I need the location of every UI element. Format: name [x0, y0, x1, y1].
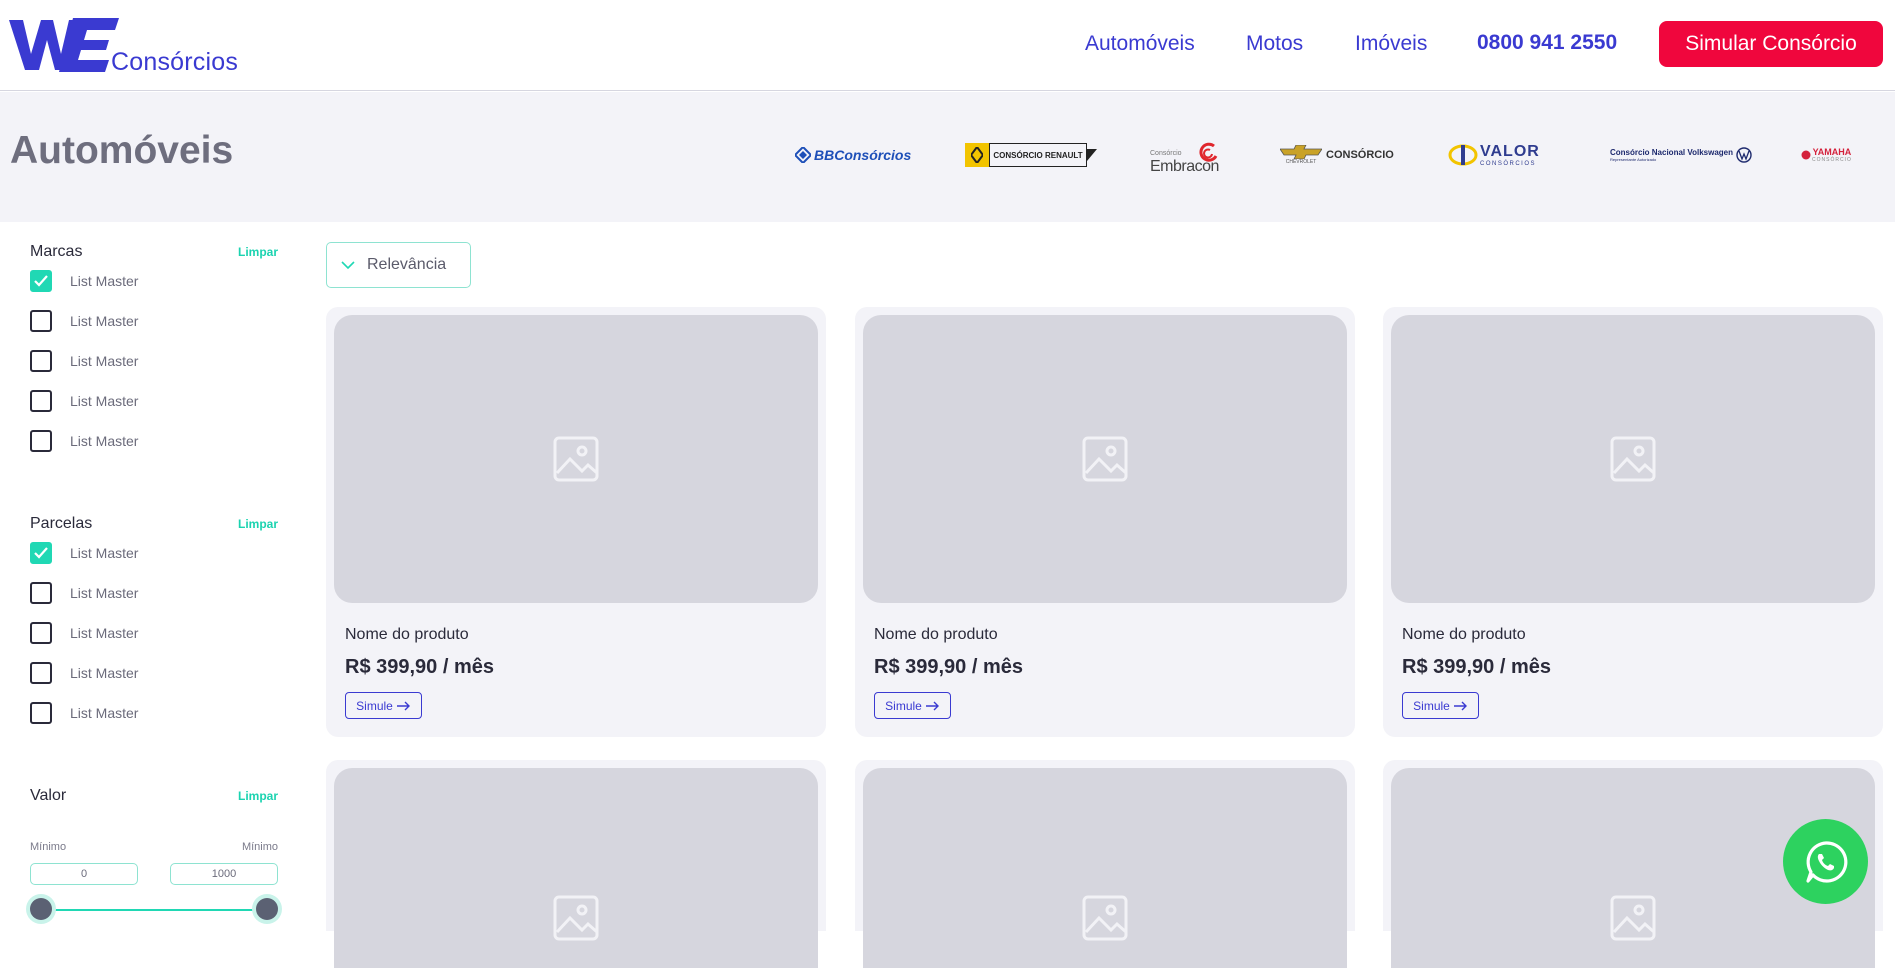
brand-logo-yamaha[interactable]: YAMAHA CONSÓRCIO	[1801, 140, 1852, 170]
nav-motos[interactable]: Motos	[1246, 32, 1303, 56]
checkbox[interactable]	[30, 310, 52, 332]
checkbox[interactable]	[30, 350, 52, 372]
renault-diamond-icon	[965, 143, 989, 167]
min-value-input[interactable]: 0	[30, 863, 138, 885]
phone-link[interactable]: 0800 941 2550	[1477, 31, 1617, 55]
logo-text: Consórcios	[111, 48, 239, 76]
bb-logo-icon	[795, 147, 811, 163]
image-placeholder-icon	[553, 895, 599, 941]
checkbox-row[interactable]: List Master	[30, 653, 278, 693]
product-card[interactable]	[855, 760, 1355, 968]
filter-title: Valor	[30, 787, 67, 804]
checkbox-row[interactable]: List Master	[30, 301, 278, 341]
product-image	[1391, 315, 1875, 603]
vw-logo-icon	[1736, 147, 1752, 163]
filter-parcelas: Parcelas Limpar List Master List Master …	[30, 515, 278, 733]
checkmark-icon	[34, 547, 48, 559]
checkbox-row[interactable]: List Master	[30, 693, 278, 733]
site-header: Consórcios Automóveis Motos Imóveis 0800…	[0, 0, 1895, 91]
brand-logo-valor[interactable]: VALOR CONSÓRCIOS	[1448, 140, 1540, 170]
checkbox[interactable]	[30, 702, 52, 724]
valor-ring-icon	[1448, 144, 1478, 166]
product-card[interactable]: Nome do produto R$ 399,90 / mês Simule	[1383, 307, 1883, 737]
checkbox-row[interactable]: List Master	[30, 421, 278, 461]
checkbox[interactable]	[30, 430, 52, 452]
category-banner: Automóveis BBConsórcios CONSÓRCIO RENAUL…	[0, 92, 1895, 222]
brand-logo-bb[interactable]: BBConsórcios	[795, 140, 911, 170]
chevron-down-icon	[341, 260, 355, 270]
product-image	[334, 315, 818, 603]
product-image	[863, 315, 1347, 603]
slider-track	[40, 909, 268, 911]
image-placeholder-icon	[1082, 895, 1128, 941]
arrow-right-icon	[1453, 701, 1467, 710]
checkbox-row[interactable]: List Master	[30, 261, 278, 301]
sort-label: Relevância	[367, 256, 447, 273]
filter-title: Marcas	[30, 243, 83, 260]
page-title: Automóveis	[10, 129, 234, 172]
brand-logo-embracon[interactable]: Consórcio Embracon	[1148, 142, 1222, 175]
product-name: Nome do produto	[874, 626, 998, 643]
whatsapp-button[interactable]	[1783, 819, 1868, 904]
filter-valor: Valor Limpar Mínimo Mínimo 0 1000	[30, 787, 278, 925]
checkbox-row[interactable]: List Master	[30, 381, 278, 421]
sort-dropdown[interactable]: Relevância	[326, 242, 471, 288]
product-price: R$ 399,90 / mês	[345, 656, 494, 678]
slider-min-handle[interactable]	[30, 898, 52, 920]
checkbox[interactable]	[30, 582, 52, 604]
product-price: R$ 399,90 / mês	[1402, 656, 1551, 678]
checkbox-row[interactable]: List Master	[30, 533, 278, 573]
checkbox-checked[interactable]	[30, 270, 52, 292]
max-label: Mínimo	[241, 841, 278, 853]
brand-logo-renault[interactable]: CONSÓRCIO RENAULT	[965, 140, 1097, 170]
brand-logo-chevrolet[interactable]: CHEVROLET CONSÓRCIO	[1280, 140, 1394, 170]
arrow-right-icon	[396, 701, 410, 710]
arrow-right-icon	[925, 701, 939, 710]
product-name: Nome do produto	[345, 626, 469, 643]
max-value-input[interactable]: 1000	[170, 863, 278, 885]
embracon-swirl-icon	[1199, 142, 1218, 162]
product-price: R$ 399,90 / mês	[874, 656, 1023, 678]
image-placeholder-icon	[1610, 436, 1656, 482]
product-card[interactable]: Nome do produto R$ 399,90 / mês Simule	[855, 307, 1355, 737]
we-consorcios-logo[interactable]: Consórcios	[9, 14, 249, 76]
simule-button[interactable]: Simule	[1402, 692, 1479, 719]
chevrolet-bowtie-icon	[1280, 145, 1322, 159]
simule-button[interactable]: Simule	[345, 692, 422, 719]
product-name: Nome do produto	[1402, 626, 1526, 643]
product-image	[863, 768, 1347, 968]
simular-consorcio-button[interactable]: Simular Consórcio	[1659, 21, 1883, 67]
checkbox-checked[interactable]	[30, 542, 52, 564]
image-placeholder-icon	[1082, 436, 1128, 482]
nav-imoveis[interactable]: Imóveis	[1355, 32, 1427, 56]
flag-corner-icon	[1087, 149, 1097, 161]
checkbox-row[interactable]: List Master	[30, 341, 278, 381]
clear-filter-link[interactable]: Limpar	[238, 517, 278, 531]
image-placeholder-icon	[1610, 895, 1656, 941]
clear-filter-link[interactable]: Limpar	[238, 245, 278, 259]
whatsapp-icon	[1805, 840, 1847, 883]
filter-marcas: Marcas Limpar List Master List Master Li…	[30, 243, 278, 461]
nav-automoveis[interactable]: Automóveis	[1085, 32, 1195, 56]
checkmark-icon	[34, 275, 48, 287]
checkbox[interactable]	[30, 390, 52, 412]
we-logo-icon	[9, 18, 119, 72]
product-image	[334, 768, 818, 968]
clear-filter-link[interactable]: Limpar	[238, 789, 278, 803]
brand-logo-volkswagen[interactable]: Consórcio Nacional Volkswagen Representa…	[1610, 140, 1752, 170]
yamaha-tuning-fork-icon	[1801, 150, 1811, 160]
slider-max-handle[interactable]	[256, 898, 278, 920]
simule-button[interactable]: Simule	[874, 692, 951, 719]
image-placeholder-icon	[553, 436, 599, 482]
product-card[interactable]: Nome do produto R$ 399,90 / mês Simule	[326, 307, 826, 737]
value-range-slider[interactable]	[30, 895, 278, 925]
checkbox-row[interactable]: List Master	[30, 613, 278, 653]
checkbox[interactable]	[30, 662, 52, 684]
checkbox-row[interactable]: List Master	[30, 573, 278, 613]
min-label: Mínimo	[30, 841, 67, 853]
filter-title: Parcelas	[30, 515, 93, 532]
product-card[interactable]	[326, 760, 826, 968]
checkbox[interactable]	[30, 622, 52, 644]
